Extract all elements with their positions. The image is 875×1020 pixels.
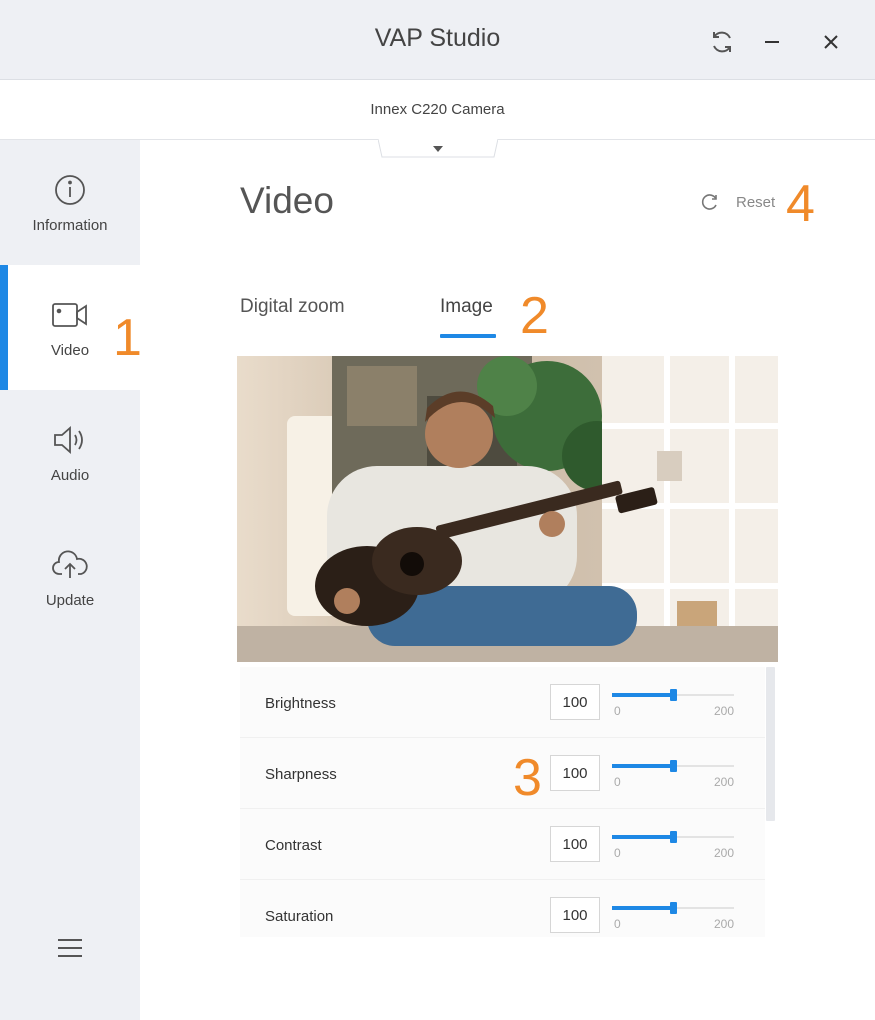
sidebar-item-label: Information: [32, 217, 108, 234]
minimize-icon: [765, 41, 779, 43]
sidebar-item-label: Update: [45, 592, 95, 609]
annotation-4: 4: [786, 175, 815, 233]
device-bar: Innex C220 Camera: [0, 80, 875, 140]
slider-min-label: 0: [614, 775, 621, 789]
menu-button[interactable]: [52, 930, 88, 966]
close-button[interactable]: [811, 22, 851, 62]
camera-preview: [237, 356, 778, 662]
minimize-button[interactable]: [752, 22, 792, 62]
cloud-upload-icon: [50, 545, 90, 585]
speaker-icon: [50, 420, 90, 460]
refresh-button[interactable]: [702, 22, 742, 62]
control-row-saturation: Saturation 0 200: [240, 880, 765, 937]
reset-icon: [701, 194, 717, 210]
info-icon: [50, 170, 90, 210]
sidebar-item-update[interactable]: Update: [0, 515, 140, 640]
annotation-1: 1: [113, 309, 142, 367]
device-dropdown-toggle[interactable]: [377, 138, 499, 159]
slider-max-label: 200: [713, 704, 734, 718]
control-label: Contrast: [265, 837, 322, 854]
contrast-slider[interactable]: 0 200: [612, 828, 734, 868]
close-icon: [824, 35, 838, 49]
control-label: Sharpness: [265, 766, 337, 783]
control-label: Brightness: [265, 695, 336, 712]
app-title: VAP Studio: [374, 24, 501, 52]
video-camera-icon: [50, 295, 90, 335]
device-name: Innex C220 Camera: [370, 101, 505, 118]
page-title: Video: [240, 180, 334, 221]
image-controls-list: Brightness 0 200 Sharpness 0 200 Contras…: [240, 667, 765, 937]
tab-digital-zoom[interactable]: Digital zoom: [240, 296, 345, 318]
control-row-brightness: Brightness 0 200: [240, 667, 765, 738]
slider-min-label: 0: [614, 846, 621, 860]
hamburger-menu-icon: [58, 939, 82, 957]
sidebar-item-audio[interactable]: Audio: [0, 390, 140, 515]
slider-min-label: 0: [614, 704, 621, 718]
saturation-slider[interactable]: 0 200: [612, 899, 734, 937]
slider-max-label: 200: [713, 846, 734, 860]
annotation-3: 3: [513, 749, 542, 807]
brightness-slider[interactable]: 0 200: [612, 686, 734, 726]
reset-label: Reset: [736, 193, 776, 211]
saturation-value-input[interactable]: [550, 897, 600, 933]
sidebar: Information Video Audio Update: [0, 140, 140, 1020]
control-row-contrast: Contrast 0 200: [240, 809, 765, 880]
contrast-value-input[interactable]: [550, 826, 600, 862]
slider-max-label: 200: [713, 917, 734, 931]
active-tab-indicator: [440, 334, 496, 338]
control-label: Saturation: [265, 908, 334, 925]
title-bar: VAP Studio: [0, 0, 875, 80]
slider-min-label: 0: [614, 917, 621, 931]
sidebar-item-label: Audio: [50, 467, 90, 484]
sharpness-slider[interactable]: 0 200: [612, 757, 734, 797]
control-row-sharpness: Sharpness 0 200: [240, 738, 765, 809]
controls-scrollbar[interactable]: [766, 667, 775, 821]
sharpness-value-input[interactable]: [550, 755, 600, 791]
brightness-value-input[interactable]: [550, 684, 600, 720]
tab-image[interactable]: Image: [440, 296, 493, 318]
reset-button[interactable]: Reset: [700, 192, 775, 212]
sidebar-item-label: Video: [50, 342, 90, 359]
slider-max-label: 200: [713, 775, 734, 789]
sidebar-item-information[interactable]: Information: [0, 140, 140, 265]
refresh-icon: [713, 31, 731, 53]
annotation-2: 2: [520, 287, 549, 345]
